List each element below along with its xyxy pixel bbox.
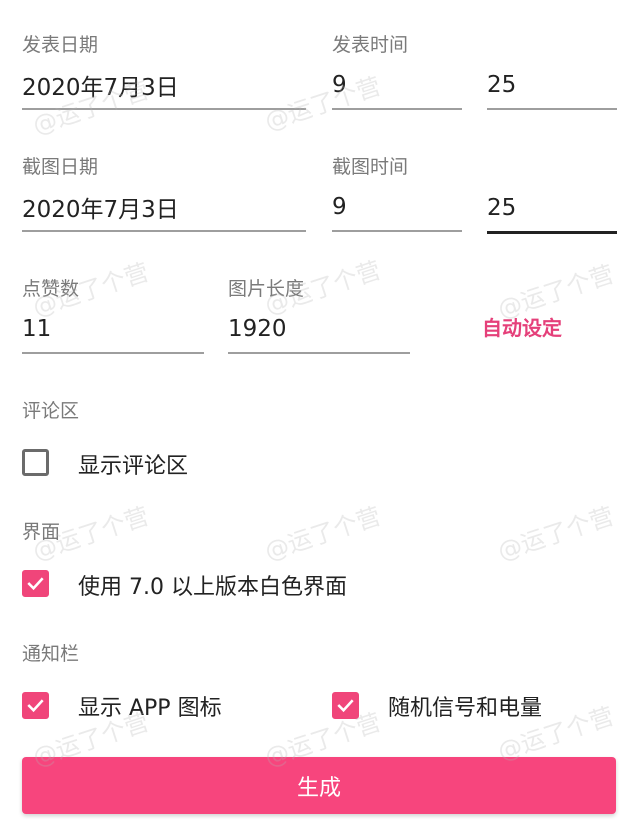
show-comments-checkbox[interactable]: [22, 449, 49, 476]
show-comments-label: 显示评论区: [78, 454, 189, 479]
screenshot-date-field[interactable]: [22, 184, 306, 232]
check-icon: [337, 699, 354, 713]
white-ui-label: 使用 7.0 以上版本白色界面: [78, 575, 347, 600]
publish-time-label: 发表时间: [332, 34, 409, 56]
auto-set-button[interactable]: 自动设定: [482, 312, 562, 341]
random-signal-label: 随机信号和电量: [388, 696, 543, 721]
image-length-field[interactable]: [228, 306, 410, 354]
white-ui-checkbox[interactable]: [22, 570, 49, 597]
show-app-icon-label: 显示 APP 图标: [78, 696, 222, 721]
publish-date-field[interactable]: [22, 62, 306, 110]
comments-section-label: 评论区: [22, 400, 80, 422]
watermark: @运了个营: [261, 502, 385, 566]
random-signal-checkbox[interactable]: [332, 692, 359, 719]
interface-section-label: 界面: [22, 521, 61, 543]
publish-date-label: 发表日期: [22, 34, 99, 56]
page: 发表日期 发表时间 截图日期 截图时间 点赞数 图片长度 自动设定 评论区 显示…: [0, 0, 641, 832]
screenshot-time-label: 截图时间: [332, 156, 409, 178]
notification-section-label: 通知栏: [22, 643, 80, 665]
publish-minute-field[interactable]: [487, 62, 617, 110]
likes-field[interactable]: [22, 306, 204, 354]
generate-button[interactable]: 生成: [22, 757, 616, 814]
screenshot-date-label: 截图日期: [22, 156, 99, 178]
likes-label: 点赞数: [22, 278, 80, 300]
screenshot-hour-field[interactable]: [332, 184, 462, 232]
show-app-icon-checkbox[interactable]: [22, 692, 49, 719]
screenshot-minute-field[interactable]: [487, 184, 617, 234]
check-icon: [27, 699, 44, 713]
publish-hour-field[interactable]: [332, 62, 462, 110]
image-length-label: 图片长度: [228, 278, 305, 300]
watermark: @运了个营: [494, 502, 618, 566]
check-icon: [27, 577, 44, 591]
